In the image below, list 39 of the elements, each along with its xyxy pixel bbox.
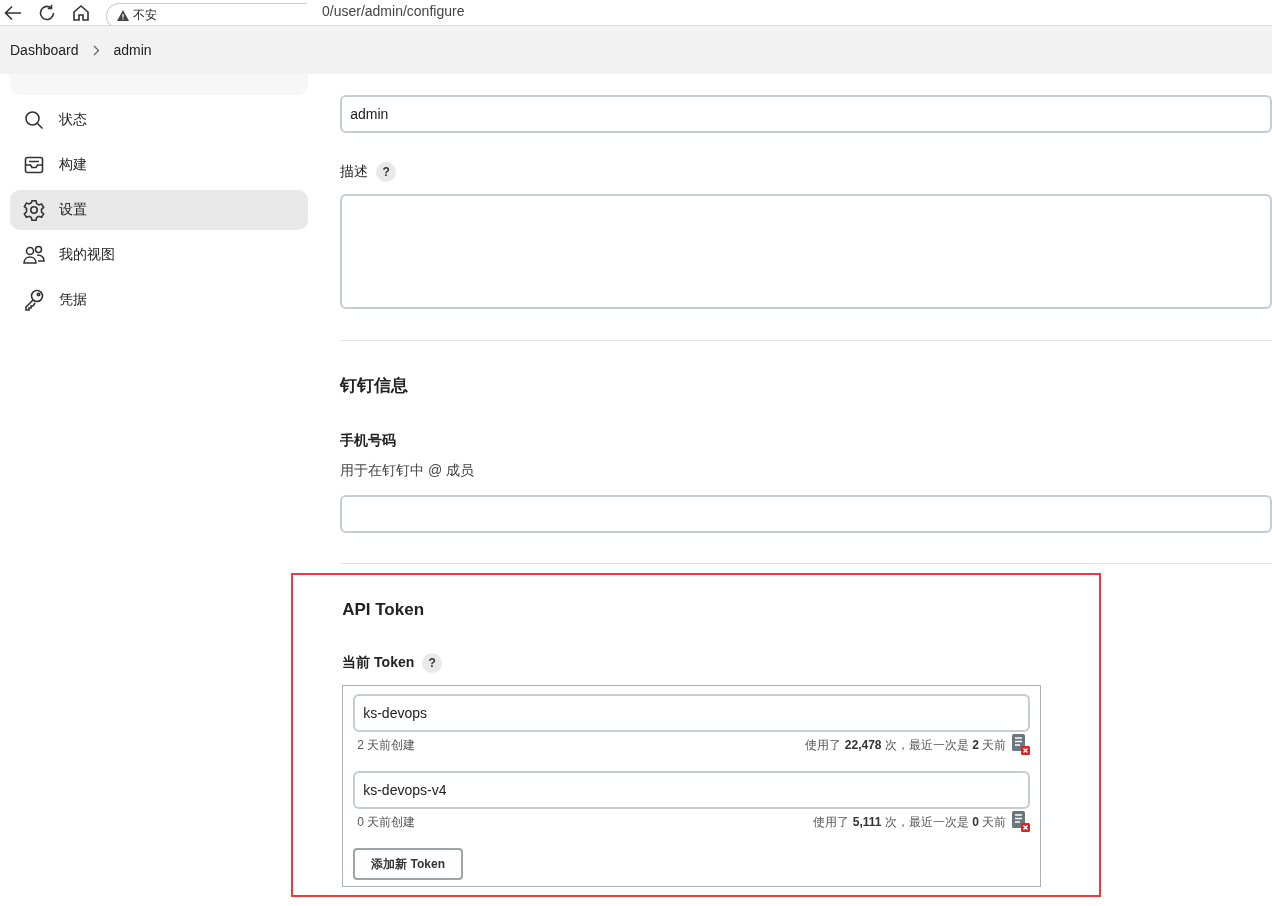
help-badge[interactable]: ?	[422, 653, 443, 673]
created-text: 0 天前创建	[357, 813, 416, 831]
settings-icon	[23, 199, 45, 221]
usage-text: 使用了 5,111 次，最近一次是 0 天前	[813, 813, 1007, 831]
key-icon	[23, 289, 45, 311]
sidebar-item[interactable]: 构建	[10, 145, 309, 185]
field-label: 描述	[340, 163, 369, 181]
breadcrumb-link[interactable]: admin	[113, 42, 152, 58]
usage-text: 使用了 22,478 次，最近一次是 2 天前	[805, 736, 1007, 754]
add-token-button[interactable]: 添加新 Token	[353, 848, 463, 880]
field-label: 当前 Token	[342, 654, 415, 672]
warning-icon	[117, 10, 129, 21]
created-text: 2 天前创建	[357, 736, 416, 754]
section-heading: API Token	[342, 600, 426, 620]
sidebar-item[interactable]: 凭据	[10, 280, 309, 320]
sidebar-item[interactable]: 状态	[10, 100, 309, 140]
home-icon[interactable]	[72, 3, 90, 22]
token-name-field[interactable]: ks-devops	[353, 694, 1031, 732]
security-label: 不安	[133, 7, 157, 24]
field-label: 手机号码	[340, 432, 398, 450]
chevron-icon	[92, 44, 100, 56]
revoke-icon[interactable]	[1012, 734, 1031, 756]
reload-icon[interactable]	[38, 3, 56, 22]
search-icon	[23, 110, 45, 130]
breadcrumb-link[interactable]: Dashboard	[10, 42, 79, 58]
token-name-field[interactable]: ks-devops-v4	[353, 771, 1031, 809]
revoke-icon[interactable]	[1012, 811, 1031, 833]
people-icon	[23, 245, 45, 265]
inbox-icon	[23, 155, 45, 175]
field-hint: 用于在钉钉中 @ 成员	[340, 462, 476, 480]
description-field[interactable]	[340, 194, 1272, 309]
phone-field[interactable]	[340, 495, 1272, 533]
sidebar-item[interactable]: 设置	[10, 190, 309, 230]
section-heading: 钉钉信息	[340, 375, 410, 397]
url-text: 0/user/admin/configure	[322, 2, 465, 19]
back-icon[interactable]	[4, 4, 22, 21]
help-badge[interactable]: ?	[376, 162, 397, 182]
account-name-field[interactable]: admin	[340, 95, 1272, 133]
sidebar-item[interactable]: 我的视图	[10, 235, 309, 275]
